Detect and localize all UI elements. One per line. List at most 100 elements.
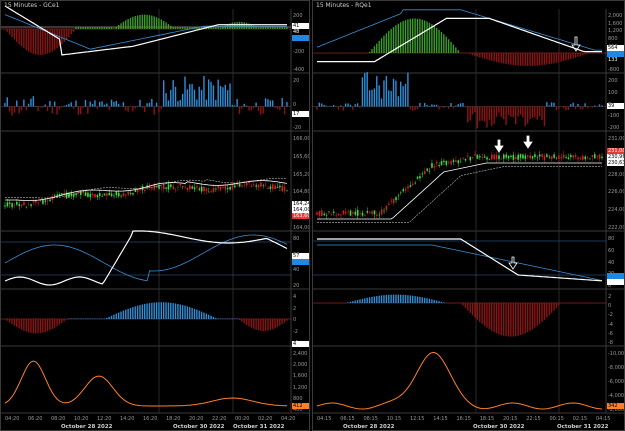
candle-body xyxy=(428,170,431,172)
histogram-bar xyxy=(543,303,546,320)
candle-body xyxy=(483,156,486,158)
histogram-bar xyxy=(269,319,272,331)
histogram-bar xyxy=(11,319,13,325)
histogram-bar xyxy=(443,34,445,53)
chart-canvas-right[interactable] xyxy=(313,1,625,431)
histogram-bar xyxy=(35,319,37,334)
histogram-bar xyxy=(558,53,560,63)
candle-body xyxy=(409,185,412,187)
histogram-bar xyxy=(151,15,153,29)
histogram-bar xyxy=(373,296,376,303)
chart-window-right[interactable]: 15 Minutes - RQe1 2,0001,6001,2008004000… xyxy=(312,0,625,431)
volume-bar xyxy=(550,102,553,107)
histogram-bar xyxy=(553,303,555,311)
volume-bar xyxy=(512,106,514,118)
volume-bar xyxy=(395,80,397,107)
volume-bar xyxy=(428,105,431,107)
histogram-bar xyxy=(526,303,529,333)
candle-body xyxy=(257,184,260,188)
candle-body xyxy=(364,214,366,216)
price-axis-tick: 40 xyxy=(608,259,615,266)
volume-bar xyxy=(146,103,148,107)
histogram-bar xyxy=(409,295,412,303)
time-axis-tick: 06:15 xyxy=(340,416,355,422)
histogram-bar xyxy=(238,21,241,29)
price-axis-tick: 80 xyxy=(608,236,615,242)
time-axis-tick: 12:15 xyxy=(410,416,425,422)
histogram-bar xyxy=(210,315,212,319)
candle-body xyxy=(189,185,191,190)
candle-body xyxy=(567,157,570,159)
histogram-bar xyxy=(356,299,359,303)
price-axis-tick: -2 xyxy=(608,312,613,319)
time-axis-tick: 20:15 xyxy=(503,416,518,422)
histogram-bar xyxy=(409,18,412,53)
volume-bar xyxy=(210,81,212,107)
volume-bar xyxy=(352,106,354,110)
histogram-bar xyxy=(286,319,288,321)
histogram-bar xyxy=(519,53,522,66)
histogram-bar xyxy=(423,20,426,54)
candle-body xyxy=(462,158,464,160)
chart-window-left[interactable]: 15 Minutes - GCe1 2000-200-4004148200-20… xyxy=(0,0,310,431)
candle-body xyxy=(507,155,510,159)
price-axis-tick: 2,000 xyxy=(293,362,308,369)
price-axis-tick: -8,000 xyxy=(608,365,625,371)
candle-body xyxy=(579,157,582,159)
candle-body xyxy=(431,163,433,168)
volume-bar xyxy=(467,106,469,123)
candle-body xyxy=(174,188,177,190)
histogram-bar xyxy=(241,21,243,29)
histogram-bar xyxy=(447,39,450,53)
volume-bar xyxy=(577,103,579,107)
histogram-bar xyxy=(153,16,155,29)
histogram-bar xyxy=(402,21,404,53)
histogram-bar xyxy=(117,24,120,29)
chart-canvas-left[interactable] xyxy=(1,1,310,431)
volume-bar xyxy=(108,106,110,110)
histogram-bar xyxy=(450,41,452,53)
histogram-bar xyxy=(397,294,400,303)
candle-body xyxy=(582,155,584,160)
candle-body xyxy=(512,154,515,160)
volume-bar xyxy=(77,106,80,115)
histogram-bar xyxy=(385,33,388,53)
volume-bar xyxy=(257,106,260,111)
histogram-bar xyxy=(514,303,517,337)
histogram-bar xyxy=(184,27,186,29)
histogram-bar xyxy=(141,14,144,29)
histogram-bar xyxy=(260,27,262,29)
price-tag: 17 xyxy=(292,111,309,117)
histogram-bar xyxy=(471,53,474,56)
histogram-bar xyxy=(522,303,524,335)
candle-body xyxy=(560,157,563,159)
histogram-bar xyxy=(481,303,483,324)
candle-body xyxy=(344,211,347,214)
price-tag xyxy=(292,35,309,41)
oscillator-line xyxy=(4,230,288,286)
price-axis-tick: -6,000 xyxy=(608,379,625,385)
histogram-bar xyxy=(281,27,283,29)
candle-body xyxy=(127,191,130,195)
histogram-bar xyxy=(491,53,493,61)
volume-bar xyxy=(514,106,517,125)
histogram-bar xyxy=(75,27,77,29)
candle-body xyxy=(42,199,44,204)
volume-bar xyxy=(106,103,108,107)
candle-body xyxy=(493,154,496,160)
candle-body xyxy=(371,211,373,214)
candle-body xyxy=(219,186,222,190)
histogram-bar xyxy=(181,27,184,29)
candle-body xyxy=(476,154,479,159)
histogram-bar xyxy=(579,53,582,57)
time-axis-tick: 14:15 xyxy=(433,416,448,422)
volume-bar xyxy=(510,106,512,117)
candle-body xyxy=(443,160,445,163)
candle-body xyxy=(281,185,284,192)
histogram-bar xyxy=(548,303,550,316)
histogram-bar xyxy=(536,53,538,66)
histogram-bar xyxy=(455,47,457,53)
histogram-bar xyxy=(23,319,25,331)
price-axis-tick: 0 xyxy=(293,317,297,323)
histogram-bar xyxy=(141,304,144,319)
